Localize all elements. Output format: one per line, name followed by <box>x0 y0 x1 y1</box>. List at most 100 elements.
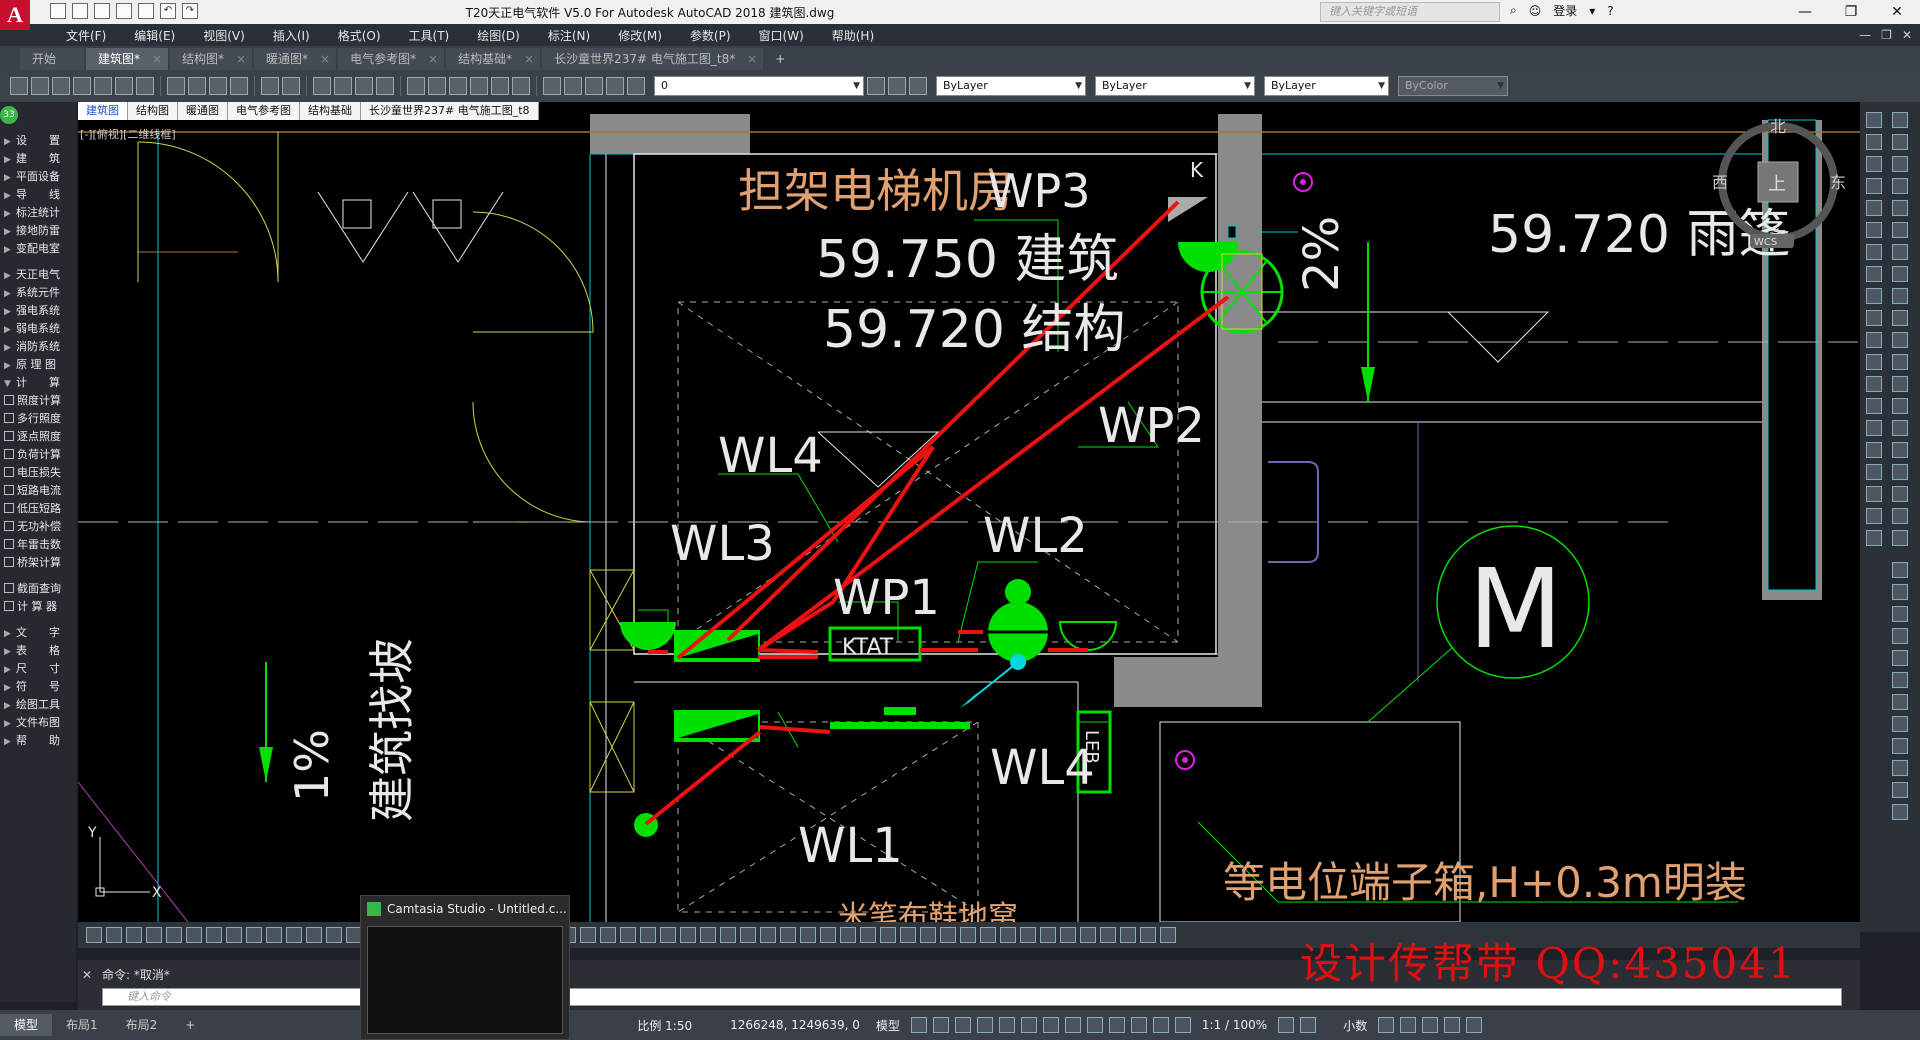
insert-block-icon[interactable] <box>1866 354 1882 370</box>
minimize-icon[interactable]: — <box>1782 0 1828 24</box>
dynamic-ucs-icon[interactable] <box>1130 1017 1147 1033</box>
markup-icon[interactable] <box>491 77 509 95</box>
screen-menu-item-19[interactable]: 电压损失 <box>0 464 76 482</box>
plot-icon[interactable] <box>73 77 91 95</box>
screen-menu-item-34[interactable]: ▶ 文件布图 <box>0 714 76 732</box>
bottom-tool-27-icon[interactable] <box>800 927 816 943</box>
bottom-tool-7-icon[interactable] <box>226 927 242 943</box>
bottom-tool-38-icon[interactable] <box>1020 927 1036 943</box>
new-tab-icon[interactable]: + <box>765 48 795 70</box>
screen-menu-item-35[interactable]: ▶ 帮 助 <box>0 732 76 750</box>
layer-on-icon[interactable] <box>585 77 603 95</box>
bottom-tool-37-icon[interactable] <box>1000 927 1016 943</box>
ellipse-arc-icon[interactable] <box>1866 332 1882 348</box>
layer-previous-icon[interactable] <box>888 77 906 95</box>
tangent-tool-10-icon[interactable] <box>1892 782 1908 798</box>
copy-object-icon[interactable] <box>1892 134 1908 150</box>
redo-icon[interactable] <box>282 77 300 95</box>
xline-icon[interactable] <box>1866 134 1882 150</box>
screen-menu-item-26[interactable]: 截面查询 <box>0 580 76 598</box>
zoom-prev-icon[interactable] <box>376 77 394 95</box>
tangent-tool-8-icon[interactable] <box>1892 738 1908 754</box>
bottom-tool-44-icon[interactable] <box>1140 927 1156 943</box>
rectangle-icon[interactable] <box>1866 200 1882 216</box>
screen-menu-item-22[interactable]: 无功补偿 <box>0 518 76 536</box>
3dprint-icon[interactable] <box>136 77 154 95</box>
offset-icon[interactable] <box>1892 178 1908 194</box>
close-icon[interactable]: ✕ <box>1874 0 1920 24</box>
screen-menu-item-33[interactable]: ▶ 绘图工具 <box>0 696 76 714</box>
rotate-icon[interactable] <box>1892 244 1908 260</box>
screen-menu-item-14[interactable]: ▼ 计 算 <box>0 374 76 392</box>
chamfer-icon[interactable] <box>1892 398 1908 414</box>
gear-icon[interactable] <box>1278 1017 1295 1033</box>
file-tab-2[interactable]: 暖通图 <box>178 102 228 120</box>
selection-cycling-icon[interactable] <box>1086 1017 1103 1033</box>
bottom-tool-10-icon[interactable] <box>286 927 302 943</box>
screen-menu-item-17[interactable]: 逐点照度 <box>0 428 76 446</box>
bottom-tool-40-icon[interactable] <box>1060 927 1076 943</box>
search-input[interactable]: 键入关键字或短语 <box>1320 2 1500 22</box>
status-model-button[interactable]: 模型 <box>876 1017 900 1034</box>
join-icon[interactable] <box>1892 376 1908 392</box>
stretch-icon[interactable] <box>1892 288 1908 304</box>
tab-close-icon[interactable]: × <box>524 48 534 70</box>
bottom-tool-26-icon[interactable] <box>780 927 796 943</box>
point-icon[interactable] <box>1866 398 1882 414</box>
bottom-tool-35-icon[interactable] <box>960 927 976 943</box>
chevron-down-icon[interactable]: ▼ <box>1244 77 1251 95</box>
bottom-tool-45-icon[interactable] <box>1160 927 1176 943</box>
bottom-tool-2-icon[interactable] <box>126 927 142 943</box>
doc-restore-icon[interactable]: ❐ <box>1881 28 1892 42</box>
table-icon[interactable] <box>1866 486 1882 502</box>
otrack-icon[interactable] <box>1020 1017 1037 1033</box>
file-tab-3[interactable]: 电气参考图 <box>228 102 300 120</box>
bottom-tool-12-icon[interactable] <box>326 927 342 943</box>
isolate-objects-icon[interactable] <box>1400 1017 1417 1033</box>
menu-format[interactable]: 格式(O) <box>324 27 395 44</box>
screen-menu-item-10[interactable]: ▶ 强电系统 <box>0 302 76 320</box>
lineweight-select[interactable]: ByLayer ▼ <box>1264 76 1389 96</box>
menu-edit[interactable]: 编辑(E) <box>120 27 189 44</box>
menu-file[interactable]: 文件(F) <box>52 27 120 44</box>
scale-icon[interactable] <box>1892 266 1908 282</box>
viewport-controls[interactable]: [-][俯视][二维线框] <box>80 126 176 142</box>
add-selected-icon[interactable] <box>1866 530 1882 546</box>
bottom-tool-17-icon[interactable] <box>600 927 616 943</box>
menu-view[interactable]: 视图(V) <box>189 27 259 44</box>
doc-tab-5[interactable]: 结构基础* × <box>446 48 541 70</box>
auto-scale-icon[interactable] <box>1174 1017 1191 1033</box>
osnap-icon[interactable] <box>998 1017 1015 1033</box>
trim-icon[interactable] <box>1892 310 1908 326</box>
revcloud-icon[interactable] <box>1866 266 1882 282</box>
bottom-tool-11-icon[interactable] <box>306 927 322 943</box>
bottom-tool-42-icon[interactable] <box>1100 927 1116 943</box>
tangent-tool-11-icon[interactable] <box>1892 804 1908 820</box>
file-tab-1[interactable]: 结构图 <box>128 102 178 120</box>
screen-menu-item-6[interactable]: ▶ 变配电室 <box>0 240 76 258</box>
layer-lock-icon[interactable] <box>627 77 645 95</box>
screen-menu-item-16[interactable]: 多行照度 <box>0 410 76 428</box>
bottom-tool-8-icon[interactable] <box>246 927 262 943</box>
bottom-tool-29-icon[interactable] <box>840 927 856 943</box>
extend-icon[interactable] <box>1892 332 1908 348</box>
gradient-icon[interactable] <box>1866 442 1882 458</box>
bottom-tool-28-icon[interactable] <box>820 927 836 943</box>
chevron-down-icon[interactable]: ▼ <box>1497 77 1504 95</box>
layer-state-icon[interactable] <box>564 77 582 95</box>
screen-menu-item-4[interactable]: ▶ 标注统计 <box>0 204 76 222</box>
screen-menu-item-8[interactable]: ▶ 天正电气 <box>0 266 76 284</box>
screen-menu-item-12[interactable]: ▶ 消防系统 <box>0 338 76 356</box>
polyline-icon[interactable] <box>1866 156 1882 172</box>
tab-close-icon[interactable]: × <box>236 48 246 70</box>
bottom-tool-19-icon[interactable] <box>640 927 656 943</box>
login-link[interactable]: 登录 <box>1553 2 1577 19</box>
bottom-tool-5-icon[interactable] <box>186 927 202 943</box>
sheetset-icon[interactable] <box>470 77 488 95</box>
status-scale[interactable]: 比例 1:50 <box>637 1017 692 1034</box>
plotstyle-select[interactable]: ByColor ▼ <box>1398 76 1508 96</box>
make-block-icon[interactable] <box>1866 376 1882 392</box>
chevron-down-icon[interactable]: ▼ <box>853 77 860 95</box>
open-icon[interactable] <box>31 77 49 95</box>
file-tab-4[interactable]: 结构基础 <box>300 102 361 120</box>
